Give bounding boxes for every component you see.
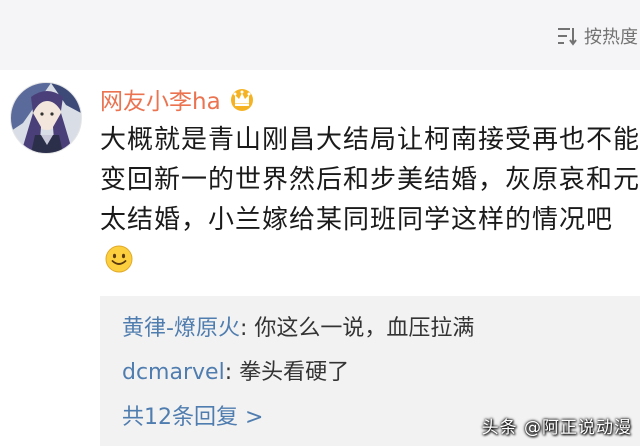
sort-icon bbox=[558, 28, 577, 46]
reply-item: 黄律-燎原火: 你这么一说，血压拉满 bbox=[122, 310, 474, 342]
comment-text: 大概就是青山刚昌大结局让柯南接受再也不能变回新一的世界然后和步美结婚，灰原哀和元… bbox=[100, 125, 640, 235]
watermark: 头条 @阿正说动漫 bbox=[481, 418, 632, 438]
reply-author[interactable]: dcmarvel bbox=[122, 360, 225, 385]
smile-emoji-icon bbox=[105, 245, 133, 273]
comment-username[interactable]: 网友小李ha bbox=[100, 82, 221, 116]
sort-label: 按热度 bbox=[584, 27, 638, 48]
top-bar: 按热度 bbox=[0, 0, 640, 70]
reply-item: dcmarvel: 拳头看硬了 bbox=[122, 354, 349, 386]
comment-card: 网友小李ha 大概就是青山刚昌大结局让柯南接受再也不能变回新一的世界然后和步美结… bbox=[0, 70, 640, 446]
view-all-replies-link[interactable]: 共12条回复 > bbox=[122, 399, 263, 431]
avatar[interactable] bbox=[10, 82, 82, 154]
sort-by-heat-button[interactable]: 按热度 bbox=[556, 22, 638, 50]
reply-text: 拳头看硬了 bbox=[239, 360, 350, 385]
comment-body: 大概就是青山刚昌大结局让柯南接受再也不能变回新一的世界然后和步美结婚，灰原哀和元… bbox=[100, 120, 640, 280]
reply-separator: : bbox=[224, 360, 240, 385]
crown-badge-icon bbox=[230, 89, 253, 111]
username-row: 网友小李ha bbox=[100, 82, 255, 116]
avatar-image bbox=[11, 83, 81, 153]
reply-separator: : bbox=[239, 316, 255, 341]
reply-author[interactable]: 黄律-燎原火 bbox=[122, 316, 240, 341]
reply-text: 你这么一说，血压拉满 bbox=[254, 316, 475, 341]
